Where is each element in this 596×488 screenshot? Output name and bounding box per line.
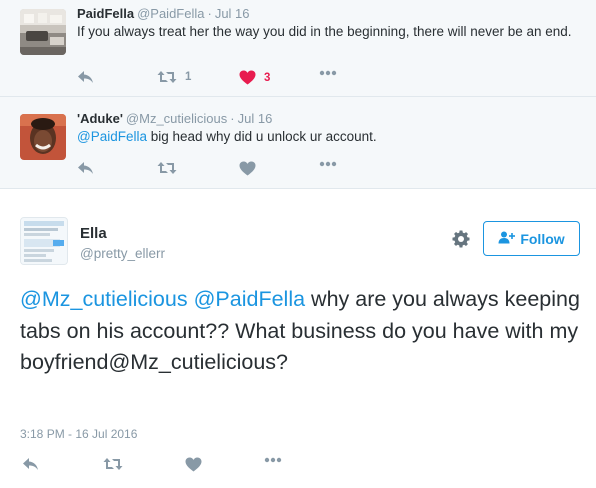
like-button[interactable] bbox=[185, 457, 202, 472]
gear-icon[interactable] bbox=[452, 230, 470, 248]
reply-tweet[interactable]: 'Aduke' @Mz_cutielicious · Jul 16 @PaidFell… bbox=[0, 96, 596, 188]
separator: · bbox=[207, 6, 212, 21]
separator: · bbox=[230, 111, 235, 126]
retweet-button[interactable]: 1 bbox=[157, 70, 191, 84]
reply-button[interactable] bbox=[77, 70, 94, 84]
mention-link[interactable]: @PaidFella bbox=[194, 287, 305, 311]
user-name[interactable]: 'Aduke' bbox=[77, 111, 123, 126]
conversation-replies: PaidFella @PaidFella · Jul 16 If you always… bbox=[0, 0, 596, 188]
heart-icon bbox=[185, 457, 202, 472]
text-segment: big head why did u unlock ur account. bbox=[147, 129, 377, 144]
avatar[interactable] bbox=[20, 9, 66, 55]
more-dots-icon bbox=[319, 161, 337, 167]
retweet-icon bbox=[157, 161, 177, 175]
retweet-button[interactable] bbox=[157, 161, 177, 175]
main-tweet: Ella @pretty_ellerr Follow @Mz_cutielici… bbox=[0, 188, 596, 488]
tweet-actions: 1 3 bbox=[77, 70, 377, 90]
more-button[interactable] bbox=[319, 161, 337, 167]
user-name[interactable]: PaidFella bbox=[77, 6, 134, 21]
reply-tweet[interactable]: PaidFella @PaidFella · Jul 16 If you always… bbox=[0, 0, 596, 96]
tweet-text: @Mz_cutielicious @PaidFella why are you … bbox=[20, 284, 580, 379]
more-button[interactable] bbox=[319, 70, 337, 76]
add-user-icon bbox=[498, 231, 520, 247]
tweet-date[interactable]: Jul 16 bbox=[215, 6, 250, 21]
like-button[interactable] bbox=[239, 161, 256, 176]
reply-arrow-icon bbox=[22, 457, 39, 471]
more-dots-icon bbox=[319, 70, 337, 76]
retweet-icon bbox=[157, 70, 177, 84]
more-button[interactable] bbox=[264, 457, 282, 463]
avatar[interactable] bbox=[20, 114, 66, 160]
more-dots-icon bbox=[264, 457, 282, 463]
reply-button[interactable] bbox=[22, 457, 39, 471]
reply-header: PaidFella @PaidFella · Jul 16 bbox=[77, 6, 250, 21]
tweet-actions bbox=[0, 457, 596, 477]
tweet-date[interactable]: Jul 16 bbox=[238, 111, 273, 126]
user-handle[interactable]: @pretty_ellerr bbox=[80, 246, 165, 261]
follow-label: Follow bbox=[520, 230, 565, 247]
user-name[interactable]: Ella bbox=[80, 225, 107, 242]
mention-link[interactable]: @PaidFella bbox=[77, 129, 147, 144]
like-count: 3 bbox=[264, 71, 271, 84]
heart-icon bbox=[239, 70, 256, 85]
retweet-count: 1 bbox=[185, 71, 192, 83]
mention-link[interactable]: @Mz_cutielicious bbox=[20, 287, 188, 311]
like-button[interactable]: 3 bbox=[239, 70, 270, 85]
follow-button[interactable]: Follow bbox=[483, 221, 580, 256]
user-handle[interactable]: @PaidFella bbox=[137, 6, 204, 21]
tweet-timestamp[interactable]: 3:18 PM - 16 Jul 2016 bbox=[20, 427, 137, 441]
user-handle[interactable]: @Mz_cutielicious bbox=[126, 111, 227, 126]
reply-arrow-icon bbox=[77, 70, 94, 84]
reply-button[interactable] bbox=[77, 161, 94, 175]
tweet-text: If you always treat her the way you did … bbox=[77, 23, 577, 41]
retweet-button[interactable] bbox=[103, 457, 123, 471]
avatar[interactable] bbox=[20, 217, 68, 265]
heart-icon bbox=[239, 161, 256, 176]
reply-arrow-icon bbox=[77, 161, 94, 175]
tweet-actions bbox=[77, 161, 377, 181]
reply-header: 'Aduke' @Mz_cutielicious · Jul 16 bbox=[77, 111, 272, 126]
retweet-icon bbox=[103, 457, 123, 471]
tweet-text: @PaidFella big head why did u unlock ur … bbox=[77, 128, 577, 146]
text-segment: If you always treat her the way you did … bbox=[77, 24, 572, 39]
